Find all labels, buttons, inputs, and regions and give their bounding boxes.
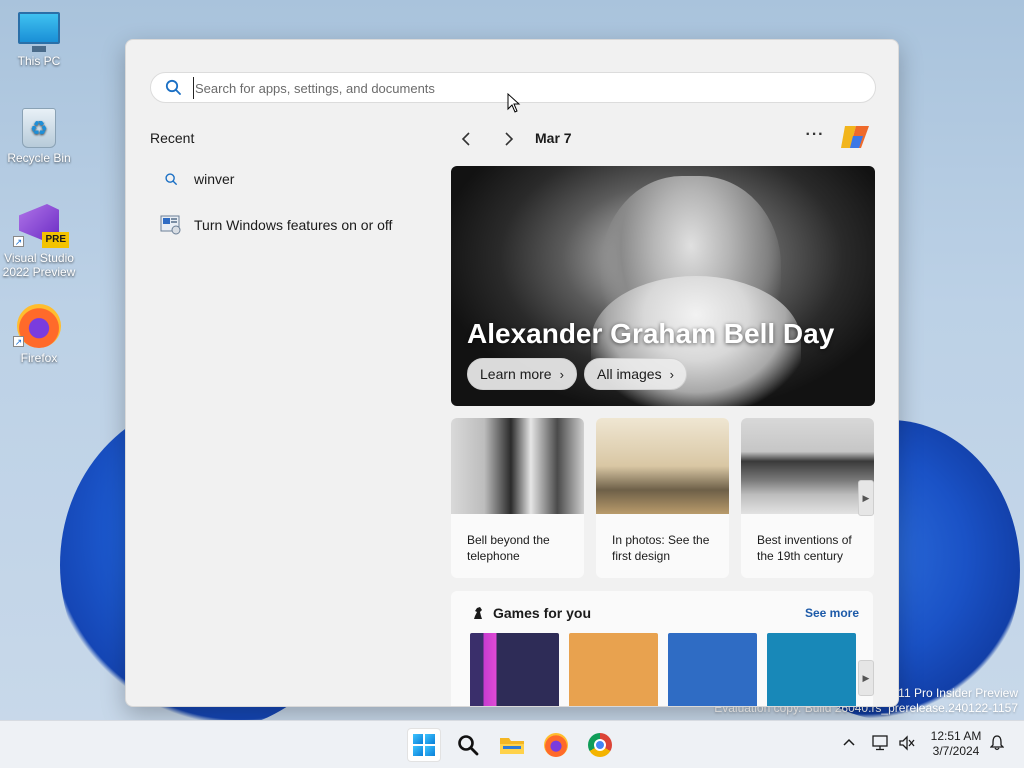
copilot-icon[interactable] [839,122,871,152]
chevron-right-icon: › [669,366,674,382]
preview-badge: PRE [42,232,69,248]
file-explorer-button[interactable] [495,728,529,762]
network-icon [872,735,888,751]
recent-item-winver[interactable]: winver [160,166,234,192]
games-scroll-right-button[interactable]: ▶ [858,660,874,696]
card-image [451,418,584,514]
notifications-button[interactable] [989,735,1005,754]
taskbar: 12:51 AM 3/7/2024 [0,720,1024,768]
monitor-icon [18,12,60,52]
games-heading: Games for you [471,605,591,621]
feed-card[interactable]: In photos: See the first design [596,418,729,578]
taskbar-search-button[interactable] [451,728,485,762]
recent-item-label: winver [194,171,235,187]
play-right-icon: ▶ [862,492,870,503]
game-tile[interactable] [767,633,856,706]
feed-date: Mar 7 [535,130,572,146]
recycle-bin-icon: ♻ [22,108,56,148]
clock-time: 12:51 AM [930,729,982,743]
search-icon [458,735,479,756]
desktop-icon-visual-studio[interactable]: PRE ↗ Visual Studio 2022 Preview [1,204,77,279]
card-caption: Best inventions of the 19th century [757,533,852,563]
recent-heading: Recent [150,130,195,146]
network-button[interactable] [872,735,890,754]
desktop-icon-label: This PC [17,54,61,68]
more-options-button[interactable]: ··· [802,126,828,150]
game-tile[interactable] [470,633,559,706]
mouse-cursor-icon [507,93,521,113]
games-section: Games for you See more [451,591,873,706]
desktop-icon-recycle-bin[interactable]: ♻ Recycle Bin [1,108,77,165]
firefox-button[interactable] [539,728,573,762]
hero-title: Alexander Graham Bell Day [467,318,835,349]
see-more-link[interactable]: See more [805,606,859,620]
feed-card[interactable]: Best inventions of the 19th century [741,418,874,578]
desktop-icon-label: Firefox [20,351,58,365]
card-caption: In photos: See the first design [612,533,710,563]
search-icon [160,169,182,189]
prev-button[interactable] [455,127,479,151]
all-images-label: All images [597,366,662,382]
desktop-icon-firefox[interactable]: ↗ Firefox [1,304,77,365]
windows-features-icon [160,215,182,235]
search-icon [165,79,181,95]
clock[interactable]: 12:51 AM 3/7/2024 [920,729,992,759]
games-title: Games for you [493,605,592,621]
recent-item-label: Turn Windows features on or off [194,217,393,233]
chrome-icon [588,733,612,757]
start-menu: Recent winver Turn Windows features on o… [125,39,899,707]
desktop-icon-this-pc[interactable]: This PC [1,12,77,68]
chevron-left-icon [461,132,470,146]
game-tile[interactable] [668,633,757,706]
card-caption: Bell beyond the telephone [467,533,550,563]
next-button[interactable] [496,127,520,151]
desktop-icon-label: Recycle Bin [7,151,71,165]
clock-date: 3/7/2024 [932,744,980,758]
feed-card[interactable]: Bell beyond the telephone [451,418,584,578]
all-images-button[interactable]: All images › [584,358,687,390]
learn-more-label: Learn more [480,366,552,382]
show-hidden-icons-button[interactable] [842,736,856,750]
shortcut-arrow-icon: ↗ [13,336,24,347]
speaker-muted-icon [899,735,915,751]
hero-card[interactable]: Alexander Graham Bell Day Learn more › A… [451,166,875,406]
search-input[interactable] [193,77,853,99]
card-image [741,418,874,514]
chrome-button[interactable] [583,728,617,762]
start-button[interactable] [407,728,441,762]
desktop-icon-label: Visual Studio 2022 Preview [2,251,76,279]
chevron-up-icon [843,738,855,746]
file-explorer-icon [500,738,524,754]
start-icon [413,734,435,756]
game-tile[interactable] [569,633,658,706]
cards-scroll-right-button[interactable]: ▶ [858,480,874,516]
play-right-icon: ▶ [862,672,870,683]
chess-icon [474,607,482,619]
firefox-icon [544,733,568,757]
chevron-right-icon [505,132,514,146]
card-image [596,418,729,514]
volume-button[interactable] [898,735,916,754]
recent-item-windows-features[interactable]: Turn Windows features on or off [160,212,392,238]
shortcut-arrow-icon: ↗ [13,236,24,247]
learn-more-button[interactable]: Learn more › [467,358,577,390]
chevron-right-icon: › [559,366,564,382]
bell-icon [989,735,1005,751]
